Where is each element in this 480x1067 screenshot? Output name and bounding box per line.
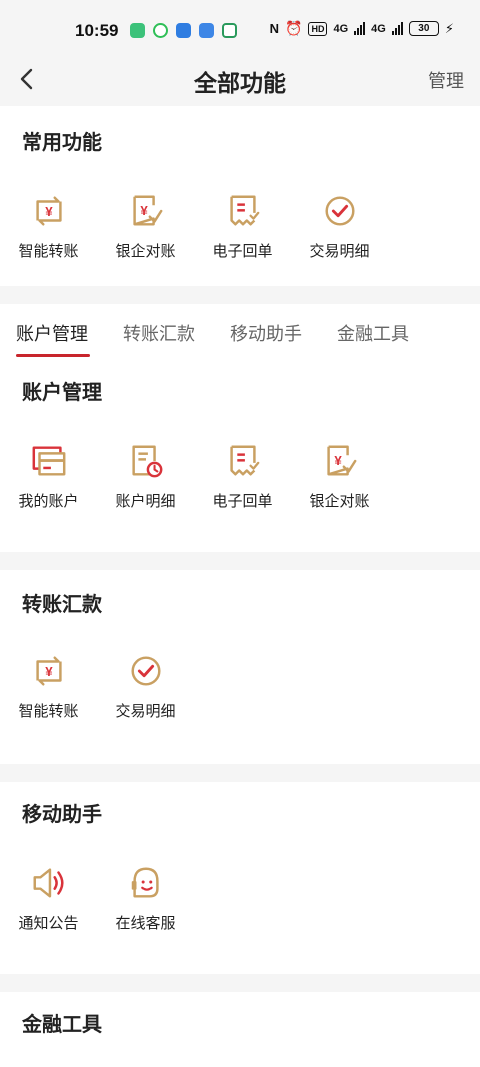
back-arrow-icon[interactable]	[14, 64, 44, 94]
app-notification-icon	[130, 23, 145, 38]
common-functions-section: 常用功能 ¥ 智能转账 ¥ 银企对账 电子回单 交易明细	[0, 106, 480, 286]
svg-text:¥: ¥	[45, 664, 53, 679]
account-management-section: 账户管理 转账汇款 移动助手 金融工具 账户管理 我的账户 账户明细 电子回单 …	[0, 304, 480, 552]
svg-text:¥: ¥	[334, 453, 342, 468]
my-account[interactable]: 我的账户	[0, 442, 97, 511]
mobile-assistant-title: 移动助手	[22, 804, 102, 826]
account-management-grid: 我的账户 账户明细 电子回单 ¥ 银企对账	[0, 442, 388, 511]
svg-text:¥: ¥	[45, 204, 53, 219]
message-notification-icon	[153, 23, 168, 38]
signal-bars-1-icon	[354, 22, 366, 35]
transfer-remittance-section: 转账汇款 ¥ 智能转账 交易明细	[0, 570, 480, 764]
financial-tools-title: 金融工具	[22, 1014, 102, 1036]
charging-icon: ⚡	[444, 20, 454, 36]
status-time: 10:59	[75, 21, 119, 40]
common-smart-transfer[interactable]: ¥ 智能转账	[0, 192, 97, 261]
status-bar: 10:59 N ⏰ HD 4G 4G 30 ⚡	[0, 0, 480, 58]
my-account-icon	[32, 446, 65, 476]
transaction-detail-icon	[130, 656, 161, 686]
page-title: 全部功能	[194, 70, 286, 96]
common-functions-title: 常用功能	[22, 132, 102, 154]
signal-label-1: 4G	[333, 22, 349, 35]
nfc-icon: N	[269, 21, 280, 36]
account-reconciliation[interactable]: ¥ 银企对账	[291, 442, 388, 511]
common-transaction-detail[interactable]: 交易明细	[291, 192, 388, 261]
status-indicators: N ⏰ HD 4G 4G 30 ⚡	[270, 20, 454, 37]
tab-account-management[interactable]: 账户管理	[16, 320, 88, 346]
hd-badge: HD	[308, 21, 328, 36]
nav-bar: 全部功能 管理	[0, 58, 480, 104]
reconciliation-icon: ¥	[326, 445, 356, 476]
category-tabs: 账户管理 转账汇款 移动助手 金融工具	[0, 304, 480, 357]
transfer-remittance-grid: ¥ 智能转账 交易明细	[0, 652, 194, 721]
transaction-detail-icon	[324, 196, 355, 226]
signal-label-2: 4G	[371, 22, 386, 35]
bank-notification-icon	[222, 23, 237, 38]
e-receipt-icon	[229, 195, 259, 226]
announcement[interactable]: 通知公告	[0, 864, 97, 933]
tab-mobile-assistant[interactable]: 移动助手	[230, 320, 302, 346]
common-reconciliation[interactable]: ¥ 银企对账	[97, 192, 194, 261]
financial-tools-section: 金融工具	[0, 992, 480, 1067]
smart-transfer-icon: ¥	[35, 196, 62, 226]
transfer-smart-transfer[interactable]: ¥ 智能转账	[0, 652, 97, 721]
mobile-assistant-grid: 通知公告 在线客服	[0, 864, 194, 933]
reconciliation-icon: ¥	[132, 195, 162, 226]
account-e-receipt[interactable]: 电子回单	[194, 442, 291, 511]
smart-transfer-icon: ¥	[35, 656, 62, 686]
online-customer-service[interactable]: 在线客服	[97, 864, 194, 933]
mobile-assistant-section: 移动助手 通知公告 在线客服	[0, 782, 480, 974]
account-detail-icon	[131, 445, 162, 478]
alarm-icon: ⏰	[285, 20, 303, 36]
tab-financial-tools[interactable]: 金融工具	[337, 320, 409, 346]
common-functions-grid: ¥ 智能转账 ¥ 银企对账 电子回单 交易明细	[0, 192, 388, 261]
announcement-icon	[33, 868, 64, 898]
svg-text:¥: ¥	[140, 203, 148, 218]
account-detail[interactable]: 账户明细	[97, 442, 194, 511]
manage-button[interactable]: 管理	[428, 67, 464, 93]
transfer-remittance-title: 转账汇款	[22, 594, 102, 616]
e-receipt-icon	[229, 445, 259, 476]
common-e-receipt[interactable]: 电子回单	[194, 192, 291, 261]
tab-transfer-remittance[interactable]: 转账汇款	[123, 320, 195, 346]
battery-icon: 30	[408, 21, 439, 36]
android-notification-icon	[176, 23, 191, 38]
transfer-transaction-detail[interactable]: 交易明细	[97, 652, 194, 721]
cloud-notification-icon	[199, 23, 214, 38]
active-tab-indicator	[16, 354, 90, 357]
account-management-title: 账户管理	[22, 382, 102, 404]
customer-service-icon	[131, 867, 159, 898]
signal-bars-2-icon	[391, 22, 403, 35]
